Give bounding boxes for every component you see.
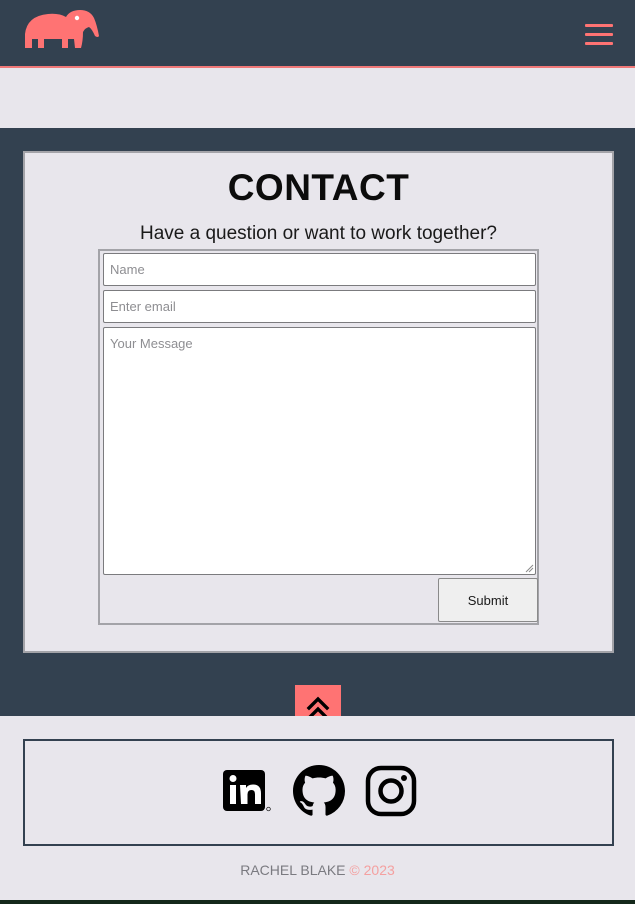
instagram-icon[interactable] [365, 765, 417, 817]
message-textarea[interactable] [103, 327, 536, 575]
header-spacer [0, 70, 635, 128]
bottom-edge-strip [0, 900, 635, 904]
footer: RACHEL BLAKE © 2023 [0, 716, 635, 900]
navbar [0, 0, 635, 68]
email-input[interactable] [103, 290, 536, 323]
contact-form: Submit [98, 249, 539, 625]
linkedin-icon[interactable] [221, 765, 273, 817]
contact-section: CONTACT Have a question or want to work … [0, 128, 635, 716]
contact-title: CONTACT [227, 167, 410, 208]
submit-button[interactable]: Submit [438, 578, 538, 622]
copyright-year: © 2023 [349, 862, 395, 878]
social-links-box [23, 739, 614, 846]
copyright-text: RACHEL BLAKE © 2023 [0, 862, 635, 878]
contact-subtitle: Have a question or want to work together… [140, 223, 497, 244]
name-input[interactable] [103, 253, 536, 286]
contact-card: CONTACT Have a question or want to work … [23, 151, 614, 653]
resize-grip-icon[interactable] [525, 564, 534, 573]
github-icon[interactable] [293, 765, 345, 817]
copyright-name: RACHEL BLAKE [240, 862, 346, 878]
anteater-logo-icon[interactable] [22, 8, 100, 50]
hamburger-menu-icon[interactable] [585, 24, 613, 46]
